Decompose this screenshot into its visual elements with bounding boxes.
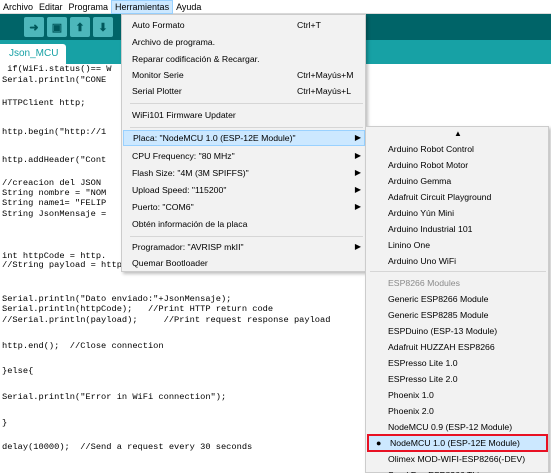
board-option-label: Arduino Uno WiFi	[388, 256, 457, 266]
menu-item-label: Programador: "AVRISP mkII"	[132, 242, 244, 252]
board-option-label: Phoenix 2.0	[388, 406, 434, 416]
menu-item-wifi101-updater[interactable]: WiFi101 Firmware Updater	[132, 107, 364, 123]
menu-item-label: Flash Size: "4M (3M SPIFFS)"	[132, 168, 249, 178]
board-option-label: Arduino Gemma	[388, 176, 452, 186]
menu-item-reparar-codificacion[interactable]: Reparar codificación & Recargar.	[132, 51, 364, 67]
board-option-label: ESPDuino (ESP-13 Module)	[388, 326, 498, 336]
menu-item-placa[interactable]: Placa: "NodeMCU 1.0 (ESP-12E Module)" ▶	[123, 130, 365, 146]
code-line: String JsonMensaje =	[2, 209, 107, 219]
menu-item-label: CPU Frequency: "80 MHz"	[132, 151, 235, 161]
menu-separator	[130, 236, 363, 237]
code-line: if(WiFi.status()== W	[2, 64, 112, 74]
code-line: }else{	[2, 366, 34, 376]
menu-herramientas[interactable]: Herramientas	[111, 0, 174, 14]
code-line: Serial.println("CONE	[2, 75, 107, 85]
submenu-arrow-icon: ▶	[354, 168, 361, 177]
code-line: Serial.println(httpCode); //Print HTTP r…	[2, 304, 274, 314]
board-option-label: ESP8266 Modules	[388, 278, 460, 288]
code-line: Serial.println("Dato enviado:"+JsonMensa…	[2, 294, 232, 304]
menu-item-flash-size[interactable]: Flash Size: "4M (3M SPIFFS)" ▶	[132, 165, 364, 181]
code-line: String name1= "FELIP	[2, 198, 107, 208]
menu-item-quemar-bootloader[interactable]: Quemar Bootloader	[132, 255, 364, 271]
tab-json-mcu[interactable]: Json_MCU	[0, 44, 66, 64]
herramientas-menu: Auto Formato Ctrl+T Archivo de programa. …	[121, 14, 366, 272]
code-line: http.addHeader("Cont	[2, 155, 107, 165]
menu-item-upload-speed[interactable]: Upload Speed: "115200" ▶	[132, 182, 364, 198]
menu-ayuda[interactable]: Ayuda	[173, 0, 204, 14]
submenu-arrow-icon: ▶	[354, 151, 361, 160]
board-option-label: Adafruit HUZZAH ESP8266	[388, 342, 495, 352]
menu-item-shortcut: Ctrl+Mayús+L	[297, 86, 352, 96]
upload-icon[interactable]: ➜	[24, 17, 44, 37]
board-option-label: Arduino Robot Control	[388, 144, 474, 154]
menu-item-puerto[interactable]: Puerto: "COM6" ▶	[132, 199, 364, 215]
scroll-up-icon[interactable]: ▲	[366, 129, 550, 138]
menu-separator	[130, 127, 363, 128]
board-option-label: Phoenix 1.0	[388, 390, 434, 400]
code-line: HTTPClient http;	[2, 98, 86, 108]
submenu-arrow-icon: ▶	[354, 185, 361, 194]
menu-item-label: Serial Plotter	[132, 86, 182, 96]
board-option[interactable]: SparkFun ESP8266 Thing	[388, 466, 548, 473]
board-option-label: Linino One	[388, 240, 431, 250]
board-option-label: NodeMCU 1.0 (ESP-12E Module)	[390, 438, 520, 448]
menu-item-label: Placa: "NodeMCU 1.0 (ESP-12E Module)"	[133, 133, 296, 143]
code-line: Serial.println("Error in WiFi connection…	[2, 392, 227, 402]
menu-item-label: Quemar Bootloader	[132, 258, 208, 268]
menu-item-programador[interactable]: Programador: "AVRISP mkII" ▶	[132, 239, 364, 255]
new-icon[interactable]: ▣	[47, 17, 67, 37]
code-line: String nombre = "NOM	[2, 188, 107, 198]
menu-item-label: Obtén información de la placa	[132, 219, 248, 229]
menu-separator	[370, 271, 546, 272]
board-submenu: ▲ Arduino Robot Control Arduino Robot Mot…	[365, 126, 549, 473]
menu-item-cpu-frequency[interactable]: CPU Frequency: "80 MHz" ▶	[132, 148, 364, 164]
code-line: http.end(); //Close connection	[2, 341, 164, 351]
submenu-arrow-icon: ▶	[354, 202, 361, 211]
board-option[interactable]: Arduino Uno WiFi	[388, 252, 548, 270]
code-line: //Serial.println(payload); //Print reque…	[2, 315, 331, 325]
menu-item-obten-informacion[interactable]: Obtén información de la placa	[132, 216, 364, 232]
board-option-label: ESPresso Lite 1.0	[388, 358, 458, 368]
board-option-label: Olimex MOD-WIFI-ESP8266(-DEV)	[388, 454, 526, 464]
menu-item-label: Monitor Serie	[132, 70, 184, 80]
board-option-label: Generic ESP8285 Module	[388, 310, 489, 320]
menu-programa[interactable]: Programa	[66, 0, 112, 14]
board-option-label: NodeMCU 0.9 (ESP-12 Module)	[388, 422, 513, 432]
menu-editar[interactable]: Editar	[36, 0, 66, 14]
open-icon[interactable]: ⬆	[70, 17, 90, 37]
menu-item-label: Upload Speed: "115200"	[132, 185, 227, 195]
board-option-label: Generic ESP8266 Module	[388, 294, 489, 304]
code-line: }	[2, 418, 8, 428]
menu-item-shortcut: Ctrl+Mayús+M	[297, 70, 354, 80]
menu-bar: Archivo Editar Programa Herramientas Ayu…	[0, 0, 551, 14]
code-line: http.begin("http://1	[2, 127, 107, 137]
menu-item-label: Reparar codificación & Recargar.	[132, 54, 260, 64]
selected-bullet-icon: ●	[376, 438, 382, 448]
board-option-label: Adafruit Circuit Playground	[388, 192, 492, 202]
menu-item-label: Auto Formato	[132, 20, 185, 30]
board-option-label: Arduino Yún Mini	[388, 208, 455, 218]
menu-item-monitor-serie[interactable]: Monitor Serie Ctrl+Mayús+M	[132, 67, 364, 83]
menu-item-label: WiFi101 Firmware Updater	[132, 110, 236, 120]
menu-archivo[interactable]: Archivo	[0, 0, 36, 14]
board-option-label: Arduino Industrial 101	[388, 224, 473, 234]
menu-separator	[130, 103, 363, 104]
menu-item-serial-plotter[interactable]: Serial Plotter Ctrl+Mayús+L	[132, 83, 364, 99]
menu-item-archivo-programa[interactable]: Archivo de programa.	[132, 34, 364, 50]
board-option-label: ESPresso Lite 2.0	[388, 374, 458, 384]
save-icon[interactable]: ⬇	[93, 17, 113, 37]
board-option-label: Arduino Robot Motor	[388, 160, 469, 170]
code-line: //creacion del JSON	[2, 178, 102, 188]
submenu-arrow-icon: ▶	[354, 242, 361, 251]
menu-item-label: Archivo de programa.	[132, 37, 216, 47]
submenu-arrow-icon: ▶	[354, 133, 361, 142]
menu-item-shortcut: Ctrl+T	[297, 20, 321, 30]
menu-item-label: Puerto: "COM6"	[132, 202, 194, 212]
code-line: delay(10000); //Send a request every 30 …	[2, 442, 253, 452]
menu-item-auto-formato[interactable]: Auto Formato Ctrl+T	[132, 17, 364, 33]
